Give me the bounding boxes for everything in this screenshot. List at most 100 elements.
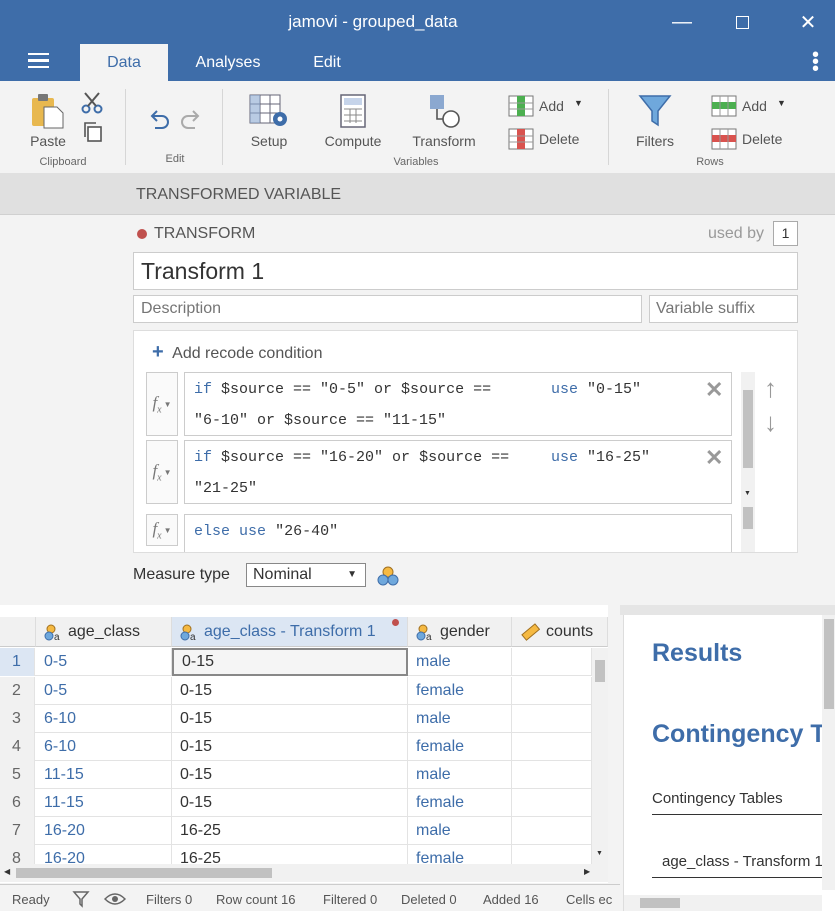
cell-transform[interactable]: 0-15 [172,789,408,817]
cell-counts[interactable] [512,733,592,761]
scroll-left-icon[interactable]: ◀ [4,867,10,876]
scrollbar-thumb[interactable] [824,619,834,709]
cell-age-class[interactable]: 11-15 [36,761,172,789]
scrollbar-thumb[interactable] [743,390,753,468]
cell-gender[interactable]: female [408,789,512,817]
table-row[interactable]: 7 16-20 16-25 male [0,817,592,845]
remove-condition-icon[interactable]: ✕ [705,445,723,471]
cell-counts[interactable] [512,705,592,733]
cell-gender[interactable]: male [408,761,512,789]
filters-button[interactable]: Filters [625,93,685,153]
table-row[interactable]: 6 11-15 0-15 female [0,789,592,817]
close-button[interactable]: ✕ [793,8,823,36]
table-row[interactable]: 1 0-5 0-15 male [0,648,592,676]
table-row[interactable]: 5 11-15 0-15 male [0,761,592,789]
cell-gender[interactable]: female [408,733,512,761]
cell-counts[interactable] [512,761,592,789]
transform-name-field[interactable]: Transform 1 [133,252,798,290]
scrollbar-thumb[interactable] [640,898,680,908]
scroll-right-icon[interactable]: ▶ [584,867,590,876]
add-recode-condition-button[interactable]: + Add recode condition [152,341,322,364]
cell-gender[interactable]: female [408,677,512,705]
cell-transform[interactable]: 0-15 [172,733,408,761]
description-field[interactable] [133,295,642,323]
eye-icon[interactable] [104,891,126,907]
column-header-transform[interactable]: a age_class - Transform 1 [172,617,408,647]
redo-button[interactable] [178,107,204,138]
add-row-button[interactable]: Add ▼ [711,95,791,119]
cell-gender[interactable]: male [408,705,512,733]
tab-analyses[interactable]: Analyses [180,44,276,81]
remove-condition-icon[interactable]: ✕ [705,377,723,403]
hamburger-menu-button[interactable] [28,53,49,68]
cell-transform[interactable]: 0-15 [172,648,408,676]
variable-suffix-field[interactable] [649,295,798,323]
add-variable-button[interactable]: Add ▼ [508,95,588,119]
conditions-scrollbar[interactable]: ▼ [741,372,755,552]
tab-edit[interactable]: Edit [292,44,362,81]
maximize-icon [735,15,749,29]
tab-data[interactable]: Data [80,44,168,81]
scroll-down-icon[interactable]: ▼ [744,490,751,497]
undo-button[interactable] [146,107,172,138]
cell-age-class[interactable]: 6-10 [36,705,172,733]
cell-transform[interactable]: 16-25 [172,817,408,845]
cell-age-class[interactable]: 0-5 [36,677,172,705]
delete-variable-button[interactable]: Delete [508,128,588,152]
table-row[interactable]: 4 6-10 0-15 female [0,733,592,761]
function-button[interactable]: fx ▼ [146,372,178,436]
compute-button[interactable]: Compute [318,93,388,153]
cell-counts[interactable] [512,677,592,705]
redo-icon [181,110,200,129]
table-row[interactable]: 3 6-10 0-15 male [0,705,592,733]
cell-transform[interactable]: 0-15 [172,705,408,733]
table-row[interactable]: 2 0-5 0-15 female [0,677,592,705]
grid-horizontal-scrollbar[interactable]: ◀ ▶ [0,864,608,882]
scroll-down-icon[interactable]: ▼ [596,850,603,857]
more-options-icon[interactable]: • • • [812,45,819,79]
filter-icon[interactable] [72,890,90,908]
setup-button[interactable]: Setup [240,93,298,153]
move-down-icon[interactable]: ↓ [764,407,777,438]
recode-condition-2[interactable]: if $source == "16-20" or $source == "21-… [184,440,732,504]
cell-age-class[interactable]: 0-5 [36,648,172,676]
transform-button[interactable]: Transform [406,93,482,153]
minimize-icon: — [672,10,692,33]
column-header-counts[interactable]: counts [512,617,608,647]
column-header-age-class[interactable]: a age_class [36,617,172,647]
scrollbar-thumb[interactable] [595,660,605,682]
cell-transform[interactable]: 0-15 [172,677,408,705]
cell-transform[interactable]: 0-15 [172,761,408,789]
cell-age-class[interactable]: 11-15 [36,789,172,817]
recode-condition-1[interactable]: if $source == "0-5" or $source == "6-10"… [184,372,732,436]
function-button[interactable]: fx ▼ [146,440,178,504]
cell-counts[interactable] [512,648,592,676]
cell-age-class[interactable]: 6-10 [36,733,172,761]
results-vertical-scrollbar[interactable] [822,615,835,890]
hamburger-icon [28,53,49,68]
maximize-button[interactable] [727,8,757,36]
calculator-icon [340,94,366,128]
copy-button[interactable] [82,121,104,148]
cell-gender[interactable]: male [408,648,512,676]
column-header-gender[interactable]: a gender [408,617,512,647]
scrollbar-thumb-lower[interactable] [743,507,753,529]
move-up-icon[interactable]: ↑ [764,373,777,404]
results-horizontal-scrollbar[interactable] [624,895,822,911]
else-condition[interactable]: else use "26-40" [184,514,732,552]
cell-age-class[interactable]: 16-20 [36,817,172,845]
used-by-count[interactable]: 1 [773,221,798,246]
function-button[interactable]: fx ▼ [146,514,178,546]
paste-button[interactable]: Paste [20,93,76,153]
cell-counts[interactable] [512,817,592,845]
setup-label: Setup [250,133,288,149]
transformed-variable-header: TRANSFORMED VARIABLE [0,173,835,215]
delete-row-button[interactable]: Delete [711,128,791,152]
cut-button[interactable] [80,91,104,120]
cell-counts[interactable] [512,789,592,817]
measure-type-select[interactable]: Nominal ▼ [246,563,366,587]
cell-gender[interactable]: male [408,817,512,845]
grid-vertical-scrollbar[interactable]: ▼ [592,648,608,864]
minimize-button[interactable]: — [667,8,697,36]
scrollbar-thumb[interactable] [16,868,272,878]
